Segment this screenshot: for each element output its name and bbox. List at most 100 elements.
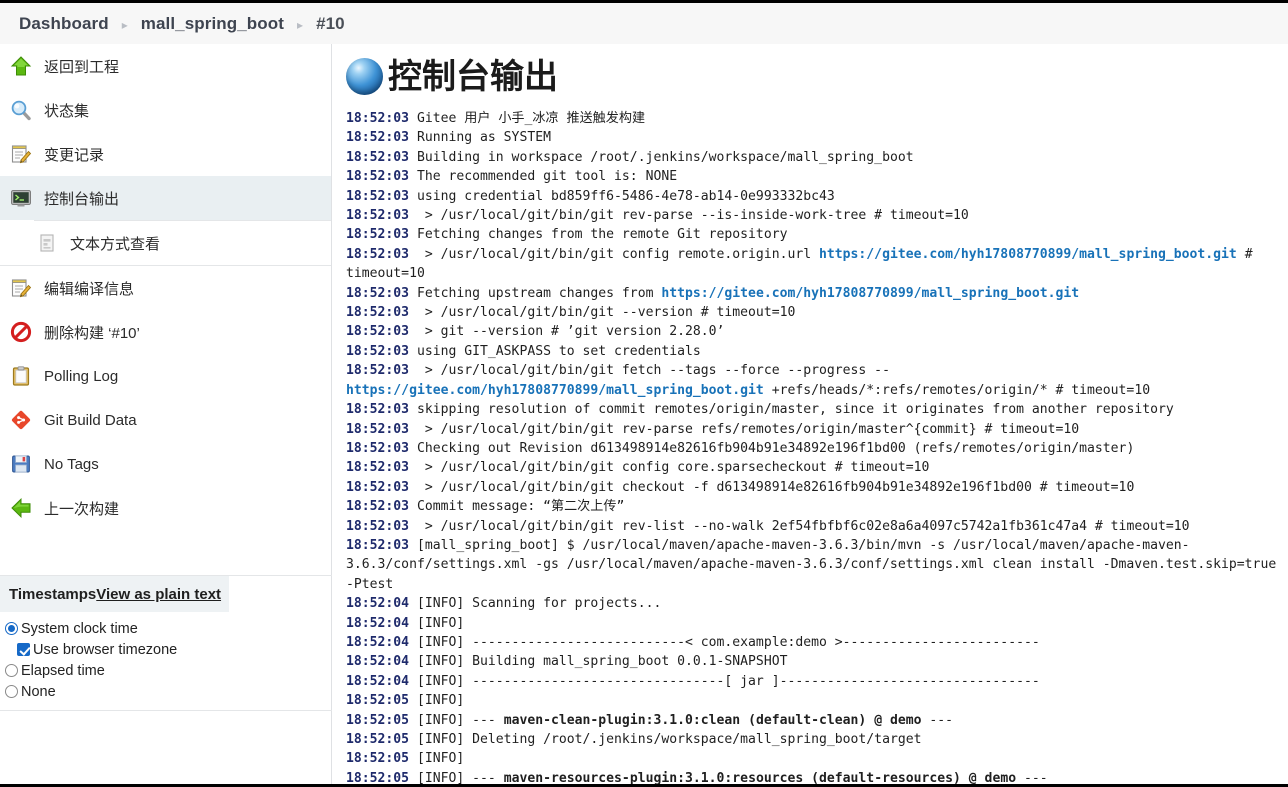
breadcrumb: Dashboard ▸ mall_spring_boot ▸ #10 [0, 3, 1288, 44]
console-timestamp: 18:52:04 [346, 615, 410, 631]
console-line: 18:52:03 Running as SYSTEM [346, 130, 551, 146]
sidebar-item-no-tags[interactable]: No Tags [0, 442, 331, 486]
console-timestamp: 18:52:03 [346, 149, 410, 165]
console-timestamp: 18:52:03 [346, 208, 410, 224]
console-timestamp: 18:52:05 [346, 732, 410, 747]
sidebar-item-label: 上一次构建 [44, 500, 120, 518]
sidebar-item-label: 状态集 [44, 102, 90, 120]
breadcrumb-job[interactable]: mall_spring_boot [141, 14, 284, 34]
timestamps-options: System clock time Use browser timezone E… [0, 612, 332, 711]
sidebar-item-label: 删除构建 ‘#10’ [44, 324, 140, 342]
console-line: 18:52:03 Fetching changes from the remot… [346, 227, 788, 243]
console-line: 18:52:03 [mall_spring_boot] $ /usr/local… [346, 537, 1285, 592]
console-timestamp: 18:52:05 [346, 712, 410, 728]
checkbox-use-browser-timezone[interactable] [17, 643, 30, 656]
timestamps-option-elapsed-time[interactable]: Elapsed time [2, 660, 332, 681]
console-line: 18:52:03 > /usr/local/git/bin/git rev-pa… [346, 421, 1080, 437]
console-line: 18:52:03 Commit message: “第二次上传” [346, 499, 625, 515]
sidebar-item-delete-build[interactable]: 删除构建 ‘#10’ [0, 310, 331, 354]
console-timestamp: 18:52:03 [346, 343, 410, 359]
console-timestamp: 18:52:03 [346, 460, 410, 476]
sidebar-item-status-set[interactable]: 状态集 [0, 88, 331, 132]
sidebar-item-previous-build[interactable]: 上一次构建 [0, 486, 331, 530]
console-line: 18:52:03 > /usr/local/git/bin/git config… [346, 246, 1261, 282]
console-output-panel: 控制台输出 18:52:03 Gitee 用户 小手_冰凉 推送触发构建 18:… [332, 44, 1288, 784]
repo-url-link[interactable]: https://gitee.com/hyh17808770899/mall_sp… [819, 247, 1237, 262]
plugin-name: maven-resources-plugin:3.1.0:resources (… [503, 770, 1017, 784]
console-line: 18:52:03 Building in workspace /root/.je… [346, 149, 914, 165]
no-entry-icon [8, 319, 34, 345]
sidebar-item-label: 返回到工程 [44, 58, 120, 76]
timestamps-panel: Timestamps View as plain text System cloc… [0, 575, 332, 711]
console-timestamp: 18:52:03 [346, 188, 410, 204]
console-timestamp: 18:52:03 [346, 285, 410, 301]
console-line: 18:52:04 [INFO] Building mall_spring_boo… [346, 654, 788, 670]
console-line: 18:52:03 > /usr/local/git/bin/git rev-pa… [346, 208, 969, 224]
console-line: 18:52:04 [INFO] ------------------------… [346, 634, 1040, 650]
breadcrumb-dashboard[interactable]: Dashboard [19, 14, 109, 34]
repo-url-link[interactable]: https://gitee.com/hyh17808770899/mall_sp… [661, 286, 1079, 301]
sidebar-item-back-to-project[interactable]: 返回到工程 [0, 44, 331, 88]
sidebar-item-view-as-plain-text[interactable]: 文本方式查看 [0, 221, 331, 265]
option-label: System clock time [21, 620, 138, 637]
option-label: None [21, 683, 56, 700]
timestamps-option-none[interactable]: None [2, 681, 332, 702]
terminal-icon [8, 185, 34, 211]
sidebar-item-changes[interactable]: 变更记录 [0, 132, 331, 176]
console-line: 18:52:03 > /usr/local/git/bin/git rev-li… [346, 518, 1190, 534]
radio-none[interactable] [5, 685, 18, 698]
console-line: 18:52:05 [INFO] --- maven-clean-plugin:3… [346, 712, 954, 728]
console-line: 18:52:03 > git --version # ’git version … [346, 324, 725, 340]
console-timestamp: 18:52:03 [346, 479, 410, 495]
console-timestamp: 18:52:04 [346, 654, 410, 670]
sidebar-item-label: 变更记录 [44, 146, 105, 164]
sidebar-item-polling-log[interactable]: Polling Log [0, 354, 331, 398]
console-line: 18:52:05 [INFO] [346, 693, 473, 709]
console-line: 18:52:03 > /usr/local/git/bin/git --vers… [346, 305, 796, 321]
console-line: 18:52:04 [INFO] [346, 615, 473, 631]
view-as-plain-text-link[interactable]: View as plain text [96, 586, 221, 603]
console-line: 18:52:03 using credential bd859ff6-5486-… [346, 188, 835, 204]
repo-url-link[interactable]: https://gitee.com/hyh17808770899/mall_sp… [346, 383, 764, 398]
left-arrow-icon [8, 495, 34, 521]
console-line: 18:52:05 [INFO] --- maven-resources-plug… [346, 770, 1048, 784]
sidebar-item-git-build-data[interactable]: Git Build Data [0, 398, 331, 442]
timestamps-option-system-clock-time[interactable]: System clock time [2, 618, 332, 639]
console-line: 18:52:05 [INFO] Deleting /root/.jenkins/… [346, 732, 922, 747]
plugin-name: maven-clean-plugin:3.1.0:clean (default-… [503, 712, 922, 728]
console-timestamp: 18:52:04 [346, 673, 410, 689]
console-line: 18:52:04 [INFO] ------------------------… [346, 673, 1040, 689]
notepad-pencil-icon [8, 275, 34, 301]
floppy-disk-icon [8, 451, 34, 477]
timestamps-option-use-browser-timezone[interactable]: Use browser timezone [2, 639, 332, 660]
console-line: 18:52:03 > /usr/local/git/bin/git checko… [346, 479, 1135, 495]
console-timestamp: 18:52:03 [346, 518, 410, 534]
option-label: Elapsed time [21, 662, 105, 679]
sidebar-item-label: Polling Log [44, 367, 119, 385]
sidebar-item-label: 文本方式查看 [70, 235, 161, 253]
radio-elapsed-time[interactable] [5, 664, 18, 677]
console-timestamp: 18:52:03 [346, 227, 410, 243]
console-timestamp: 18:52:03 [346, 246, 410, 262]
console-line: 18:52:05 [INFO] [346, 751, 473, 767]
sidebar-item-label: 控制台输出 [44, 190, 120, 208]
console-timestamp: 18:52:03 [346, 111, 410, 126]
console-timestamp: 18:52:03 [346, 130, 410, 146]
console-timestamp: 18:52:05 [346, 751, 410, 767]
console-log: 18:52:03 Gitee 用户 小手_冰凉 推送触发构建 18:52:03 … [346, 109, 1288, 784]
sidebar-item-edit-build-information[interactable]: 编辑编译信息 [0, 266, 331, 310]
sidebar: 返回到工程 状态集 变更记录 控制台输出 文本方式查看 编辑编译信息 删除构建 … [0, 44, 332, 784]
page-title: 控制台输出 [346, 58, 1288, 95]
sidebar-item-console-output[interactable]: 控制台输出 [0, 176, 331, 220]
document-icon [34, 230, 60, 256]
radio-system-clock-time[interactable] [5, 622, 18, 635]
sidebar-item-label: No Tags [44, 455, 99, 473]
console-line: 18:52:03 using GIT_ASKPASS to set creden… [346, 343, 709, 359]
sidebar-item-label: 编辑编译信息 [44, 280, 135, 298]
blue-ball-icon [346, 58, 383, 95]
magnifier-icon [8, 97, 34, 123]
breadcrumb-build[interactable]: #10 [316, 14, 345, 34]
timestamps-header: Timestamps View as plain text [0, 576, 229, 612]
sidebar-item-label: Git Build Data [44, 411, 137, 429]
page-body: 返回到工程 状态集 变更记录 控制台输出 文本方式查看 编辑编译信息 删除构建 … [0, 44, 1288, 784]
